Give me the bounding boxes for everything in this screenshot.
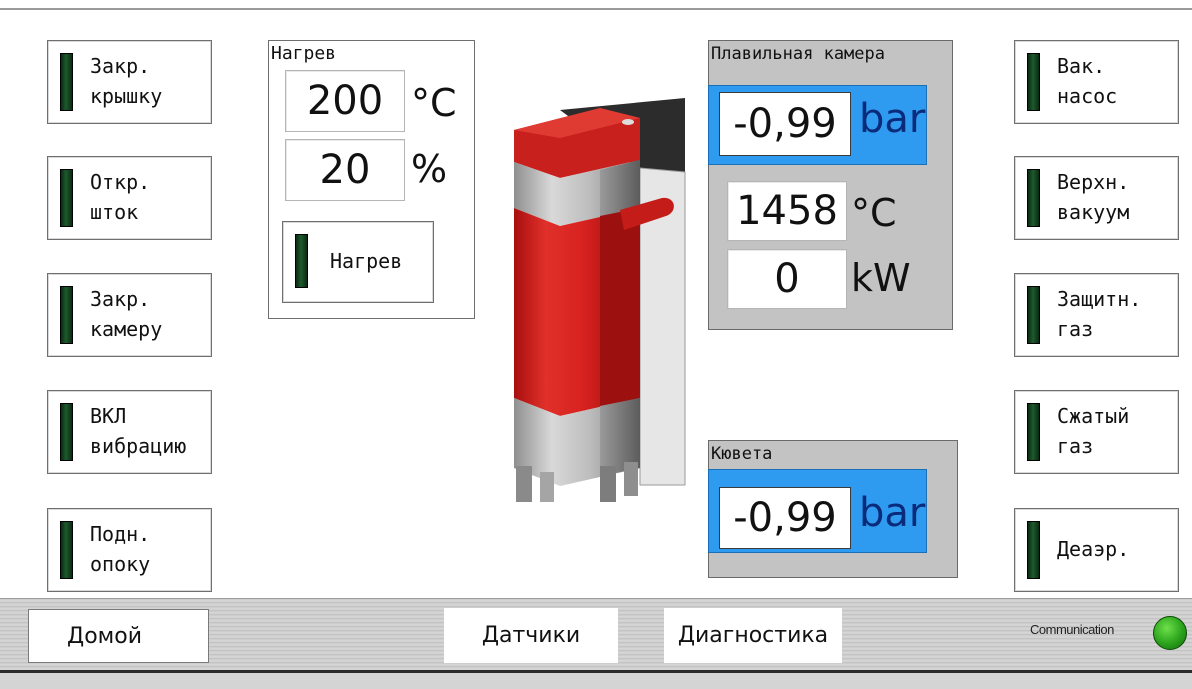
cuvette-title: Кювета (711, 444, 773, 464)
home-button[interactable]: Домой (28, 609, 209, 663)
chamber-pressure-unit: bar (859, 96, 926, 142)
top-border (0, 0, 1192, 10)
heating-temperature-unit: °C (411, 81, 457, 125)
raise-flask-indicator (60, 521, 73, 579)
chamber-temperature-unit: °C (851, 191, 897, 235)
open-stem-button[interactable]: Откр. шток (47, 156, 212, 240)
communication-label: Communication (1030, 622, 1114, 637)
heating-title: Нагрев (271, 43, 337, 64)
raise-flask-button[interactable]: Подн. опоку (47, 508, 212, 592)
vacuum-pump-label: Вак. насос (1057, 54, 1118, 108)
cuvette-pressure-unit: bar (859, 490, 926, 536)
shield-gas-button[interactable]: Защитн. газ (1014, 273, 1179, 357)
cuvette-pressure-value: -0,99 (719, 487, 851, 549)
vibration-on-button[interactable]: ВКЛ вибрацию (47, 390, 212, 474)
chamber-power-unit: kW (851, 256, 911, 300)
shield-gas-indicator (1027, 286, 1040, 344)
vibration-label: ВКЛ вибрацию (90, 404, 187, 458)
melting-machine-image (514, 98, 686, 502)
close-chamber-label: Закр. камеру (90, 287, 163, 341)
cuvette-panel: Кювета -0,99 bar (708, 440, 958, 578)
open-stem-label: Откр. шток (90, 170, 151, 224)
upper-vacuum-button[interactable]: Верхн. вакуум (1014, 156, 1179, 240)
heating-button[interactable]: Нагрев (282, 221, 434, 303)
heating-panel: Нагрев 200 °C 20 % Нагрев (268, 40, 475, 319)
compressed-gas-indicator (1027, 403, 1040, 461)
chamber-pressure-value: -0,99 (719, 92, 851, 156)
vibration-indicator (60, 403, 73, 461)
melting-chamber-panel: Плавильная камера -0,99 bar 1458 °C 0 kW (708, 40, 953, 330)
close-lid-button[interactable]: Закр. крышку (47, 40, 212, 124)
chamber-temperature-value: 1458 (727, 181, 847, 241)
open-stem-indicator (60, 169, 73, 227)
heating-power-unit: % (411, 147, 448, 191)
upper-vacuum-label: Верхн. вакуум (1057, 170, 1130, 224)
sensors-button[interactable]: Датчики (444, 608, 618, 663)
heating-power-value: 20 (285, 139, 405, 201)
vacuum-pump-button[interactable]: Вак. насос (1014, 40, 1179, 124)
melting-chamber-title: Плавильная камера (711, 44, 885, 64)
deaeration-button[interactable]: Деаэр. (1014, 508, 1179, 592)
communication-status-indicator (1153, 616, 1187, 650)
close-chamber-indicator (60, 286, 73, 344)
bottom-border (0, 670, 1192, 689)
close-lid-label: Закр. крышку (90, 54, 163, 108)
compressed-gas-label: Сжатый газ (1057, 404, 1130, 458)
vacuum-pump-indicator (1027, 53, 1040, 111)
upper-vacuum-indicator (1027, 169, 1040, 227)
heating-indicator (295, 234, 308, 288)
diagnostics-button[interactable]: Диагностика (664, 608, 842, 663)
close-chamber-button[interactable]: Закр. камеру (47, 273, 212, 357)
cuvette-pressure-display: -0,99 bar (708, 469, 927, 553)
compressed-gas-button[interactable]: Сжатый газ (1014, 390, 1179, 474)
heating-temperature-value: 200 (285, 70, 405, 132)
chamber-power-value: 0 (727, 249, 847, 309)
chamber-pressure-display: -0,99 bar (708, 85, 927, 165)
deaeration-label: Деаэр. (1057, 537, 1130, 561)
deaeration-indicator (1027, 521, 1040, 579)
heating-button-label: Нагрев (330, 249, 403, 273)
shield-gas-label: Защитн. газ (1057, 287, 1142, 341)
close-lid-indicator (60, 53, 73, 111)
raise-flask-label: Подн. опоку (90, 522, 151, 576)
